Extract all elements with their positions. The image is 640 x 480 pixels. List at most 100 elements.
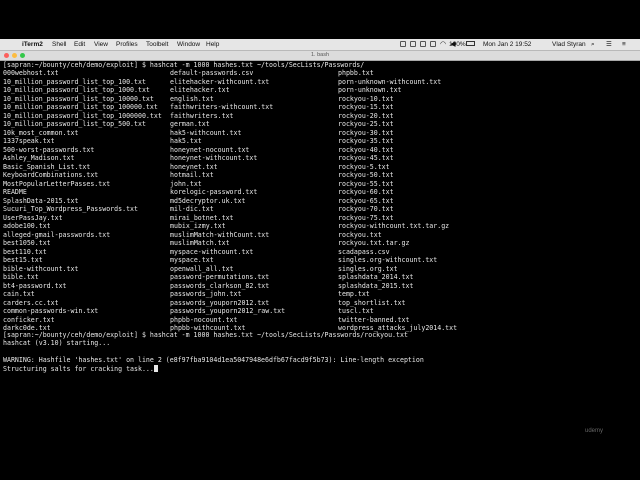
file-entry: top_shortlist.txt — [338, 298, 406, 307]
file-entry: rockyou-50.txt — [338, 171, 394, 179]
command-prompt-line: [sapran:~/bounty/ceh/demo/exploit] $ has… — [3, 61, 365, 69]
file-entry: rockyou-15.txt — [338, 103, 394, 111]
file-entry: bt4-password.txt — [3, 281, 67, 290]
menu-help[interactable]: Help — [206, 40, 219, 49]
terminal-pane[interactable]: [sapran:~/bounty/ceh/demo/exploit] $ has… — [0, 61, 640, 441]
file-entry: 10_million_password_list_top_100.txt — [3, 77, 146, 86]
file-entry: myspace-withcount.txt — [170, 247, 254, 256]
file-entry: elitehacker.txt — [170, 86, 230, 94]
structuring-text: Structuring salts for cracking task... — [3, 365, 154, 373]
file-entry: rockyou-45.txt — [338, 154, 394, 162]
file-entry: openwall_all.txt — [170, 264, 234, 273]
listing-column-1: 000webhost.txt 10_million_password_list_t… — [3, 69, 162, 333]
menu-user[interactable]: Vlad Styran — [552, 40, 586, 49]
file-entry: rockyou-20.txt — [338, 111, 394, 120]
udemy-watermark: udemy — [585, 428, 604, 434]
file-entry: SplashData-2015.txt — [3, 196, 79, 205]
file-entry: rockyou.txt.tar.gz — [338, 239, 410, 247]
file-entry: rockyou-5.txt — [338, 162, 390, 171]
file-entry: 10k_most_common.txt — [3, 128, 79, 137]
file-entry: rockyou-70.txt — [338, 205, 394, 213]
file-entry: cain.txt — [3, 290, 35, 298]
file-entry: myspace.txt — [170, 256, 214, 264]
file-entry: 10_million_password_list_top_500.txt — [3, 120, 146, 128]
file-entry: passwords_youporn2012_raw.txt — [170, 307, 286, 315]
menu-extra-icon[interactable] — [410, 41, 416, 47]
file-entry: bible-withcount.txt — [3, 264, 79, 273]
file-entry: passwords_john.txt — [170, 290, 242, 298]
file-entry: password-permutations.txt — [170, 273, 270, 281]
file-entry: rockyou-75.txt — [338, 213, 394, 222]
file-entry: english.txt — [170, 94, 214, 103]
file-entry: passwords_youporn2012.txt — [170, 298, 270, 307]
file-entry: bible.txt — [3, 273, 39, 281]
menu-toolbelt[interactable]: Toolbelt — [146, 40, 168, 49]
file-entry: adobe100.txt — [3, 222, 51, 230]
file-entry: hak5.txt — [170, 137, 202, 145]
file-entry: honeynet.txt — [170, 162, 218, 171]
listing-column-3: phpbb.txt porn-unknown-withcount.txt porn-… — [338, 69, 457, 333]
output-line: Structuring salts for cracking task... — [3, 365, 158, 373]
file-entry: scadapass.csv — [338, 247, 390, 256]
file-entry: rockyou-65.txt — [338, 196, 394, 205]
file-entry: singles.org.txt — [338, 264, 398, 273]
file-entry: tuscl.txt — [338, 307, 374, 315]
file-entry: john.txt — [170, 179, 202, 188]
file-entry: rockyou-10.txt — [338, 94, 394, 103]
macos-menubar: iTerm2 Shell Edit View Profiles Toolbelt… — [0, 39, 640, 51]
file-entry: 10_million_password_list_top_100000.txt — [3, 103, 158, 111]
file-entry: best1050.txt — [3, 239, 51, 247]
menu-app-name[interactable]: iTerm2 — [22, 40, 43, 49]
search-icon[interactable]: ⌕ — [591, 40, 595, 49]
menu-profiles[interactable]: Profiles — [116, 40, 138, 49]
file-entry: 10_million_password_list_top_1000000.txt — [3, 111, 162, 120]
file-entry: rockyou-35.txt — [338, 137, 394, 145]
menu-extra-icon[interactable] — [420, 41, 426, 47]
menu-shell[interactable]: Shell — [52, 40, 66, 49]
menu-view[interactable]: View — [94, 40, 108, 49]
file-entry: Sucuri_Top_Wordpress_Passwords.txt — [3, 205, 138, 213]
file-entry: rockyou-40.txt — [338, 145, 394, 154]
menu-window[interactable]: Window — [177, 40, 200, 49]
file-entry: UserPassJay.txt — [3, 213, 63, 222]
file-entry: conficker.txt — [3, 315, 55, 324]
text-cursor — [153, 365, 158, 372]
menu-clock[interactable]: Mon Jan 2 19:52 — [483, 40, 531, 49]
file-entry: splashdata_2015.txt — [338, 281, 414, 290]
file-entry: korelogic-password.txt — [170, 188, 258, 196]
file-entry: alleged-gmail-passwords.txt — [3, 230, 111, 239]
file-entry: rockyou-withcount.txt.tar.gz — [338, 222, 450, 230]
wifi-icon[interactable]: ◠ — [440, 40, 446, 48]
command-prompt-line: [sapran:~/bounty/ceh/demo/exploit] $ has… — [3, 331, 408, 339]
warning-line: WARNING: Hashfile 'hashes.txt' on line 2… — [3, 356, 424, 364]
file-entry: muslimMatch.txt — [170, 239, 230, 247]
file-entry: elitehacker-withcount.txt — [170, 77, 270, 86]
file-entry: 10_million_password_list_top_10000.txt — [3, 94, 154, 103]
file-entry: mil-dic.txt — [170, 205, 214, 213]
file-entry: Ashley_Madison.txt — [3, 154, 75, 162]
file-entry: twitter-banned.txt — [338, 315, 410, 324]
file-entry: phpbb-nocount.txt — [170, 315, 238, 324]
file-entry: phpbb.txt — [338, 69, 374, 77]
file-entry: README — [3, 188, 27, 196]
menu-extra-icon[interactable] — [400, 41, 406, 47]
output-line: hashcat (v3.10) starting... — [3, 339, 111, 347]
menu-extra-icon[interactable] — [430, 41, 436, 47]
file-entry: 1337speak.txt — [3, 137, 55, 145]
file-entry: common-passwords-win.txt — [3, 307, 99, 315]
control-center-icon[interactable]: ☰ — [606, 40, 612, 49]
window-title: 1. bash — [310, 52, 330, 58]
file-entry: best110.txt — [3, 247, 47, 256]
battery-percent: 100% — [449, 41, 466, 48]
file-entry: passwords_clarkson_82.txt — [170, 281, 270, 290]
file-entry: mirai_botnet.txt — [170, 213, 234, 222]
file-entry: singles.org-withcount.txt — [338, 256, 438, 264]
menu-edit[interactable]: Edit — [74, 40, 85, 49]
menu-list-icon[interactable]: ≡ — [622, 40, 626, 49]
file-entry: rockyou-30.txt — [338, 128, 394, 137]
file-entry: mubix_izmy.txt — [170, 222, 226, 230]
file-entry: muslimMatch-withCount.txt — [170, 230, 270, 239]
battery-icon[interactable] — [466, 41, 475, 46]
file-entry: honeynet-nocount.txt — [170, 145, 250, 154]
file-entry: temp.txt — [338, 290, 370, 298]
